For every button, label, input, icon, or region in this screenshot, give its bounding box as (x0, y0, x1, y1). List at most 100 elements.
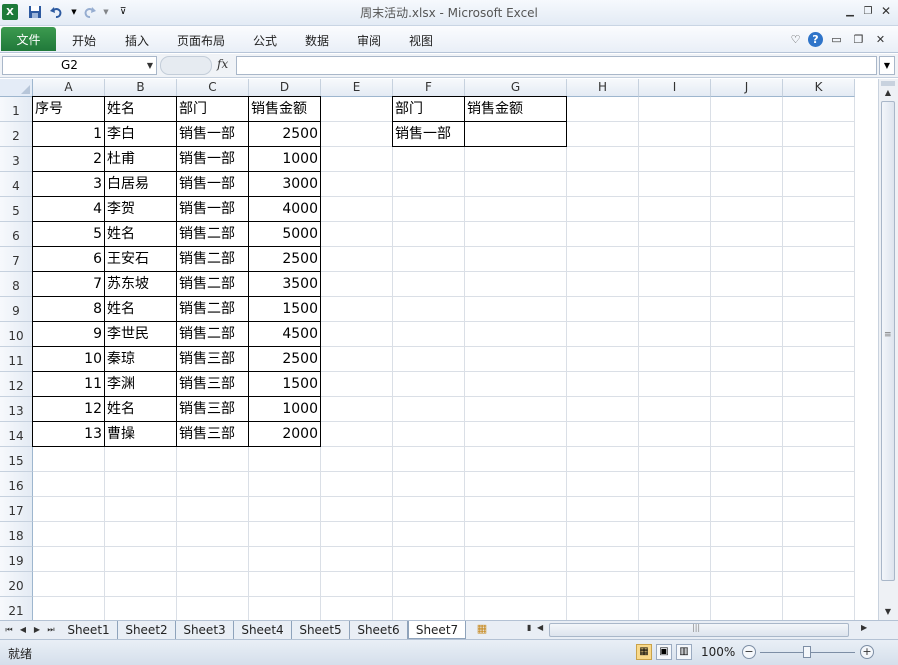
table-cell[interactable]: 5 (32, 222, 105, 247)
row-header[interactable]: 1 (0, 97, 33, 122)
table-cell[interactable]: 李渊 (105, 372, 177, 397)
sheet-tab[interactable]: Sheet5 (292, 621, 350, 639)
zoom-out-icon[interactable]: − (742, 645, 756, 659)
table-cell[interactable]: 2 (32, 147, 105, 172)
table-cell[interactable]: 3500 (249, 272, 321, 297)
table-cell[interactable]: 4 (32, 197, 105, 222)
row-header[interactable]: 5 (0, 197, 33, 222)
row-header[interactable]: 9 (0, 297, 33, 322)
scroll-up-icon[interactable]: ▲ (881, 88, 895, 100)
table-cell[interactable]: 1 (32, 122, 105, 147)
row-header[interactable]: 14 (0, 422, 33, 447)
table-cell[interactable]: 销售一部 (177, 172, 249, 197)
workbook-restore-icon[interactable]: ❐ (851, 32, 866, 47)
row-header[interactable]: 6 (0, 222, 33, 247)
row-header[interactable]: 3 (0, 147, 33, 172)
table-cell[interactable]: 李世民 (105, 322, 177, 347)
column-header[interactable]: K (783, 79, 855, 97)
row-header[interactable]: 10 (0, 322, 33, 347)
insert-function-button[interactable]: fx (217, 57, 228, 71)
table-cell[interactable]: 销售一部 (177, 147, 249, 172)
scroll-left-icon[interactable]: ◀ (537, 623, 543, 632)
row-header[interactable]: 7 (0, 247, 33, 272)
table-cell[interactable]: 销售三部 (177, 422, 249, 447)
vertical-scroll-thumb[interactable] (881, 101, 895, 581)
tab-view[interactable]: 视图 (409, 32, 433, 49)
name-box[interactable]: G2 ▼ (2, 56, 157, 75)
first-sheet-icon[interactable]: ⏮ (3, 623, 15, 637)
table-cell[interactable]: 销售二部 (177, 222, 249, 247)
row-header[interactable]: 18 (0, 522, 33, 547)
tab-insert[interactable]: 插入 (125, 32, 149, 49)
table-cell[interactable]: 1000 (249, 147, 321, 172)
zoom-slider-thumb[interactable] (803, 646, 811, 658)
zoom-level[interactable]: 100% (701, 645, 735, 659)
column-header[interactable]: G (465, 79, 567, 97)
tab-page-layout[interactable]: 页面布局 (177, 32, 225, 49)
table-cell[interactable]: 1500 (249, 297, 321, 322)
row-header[interactable]: 17 (0, 497, 33, 522)
table-cell[interactable]: 2500 (249, 122, 321, 147)
sheet-tab[interactable]: Sheet4 (234, 621, 292, 639)
insert-sheet-icon[interactable]: ▦ (472, 622, 492, 638)
tab-formulas[interactable]: 公式 (253, 32, 277, 49)
select-all-button[interactable] (0, 79, 33, 97)
next-sheet-icon[interactable]: ▶ (31, 623, 43, 637)
table-cell[interactable]: 3000 (249, 172, 321, 197)
row-header[interactable]: 20 (0, 572, 33, 597)
table-cell[interactable]: 白居易 (105, 172, 177, 197)
table-cell[interactable]: 部门 (177, 96, 249, 122)
prev-sheet-icon[interactable]: ◀ (17, 623, 29, 637)
table-cell[interactable]: 1000 (249, 397, 321, 422)
table-cell[interactable]: 姓名 (105, 297, 177, 322)
table-cell[interactable]: 姓名 (105, 222, 177, 247)
scroll-down-icon[interactable]: ▼ (881, 607, 895, 619)
help-icon[interactable]: ? (808, 32, 823, 47)
table-cell[interactable]: 姓名 (105, 397, 177, 422)
table-cell[interactable]: 5000 (249, 222, 321, 247)
page-break-view-icon[interactable]: ▥ (676, 644, 692, 660)
table-cell[interactable]: 销售三部 (177, 372, 249, 397)
table-cell[interactable]: 销售二部 (177, 322, 249, 347)
table-cell[interactable]: 6 (32, 247, 105, 272)
sheet-tab[interactable]: Sheet1 (60, 621, 118, 639)
expand-formula-bar-icon[interactable]: ▼ (879, 56, 895, 75)
row-header[interactable]: 19 (0, 547, 33, 572)
scroll-right-icon[interactable]: ▶ (861, 623, 867, 632)
column-header[interactable]: B (105, 79, 177, 97)
table-cell[interactable]: 7 (32, 272, 105, 297)
table-cell[interactable]: 4000 (249, 197, 321, 222)
table-cell[interactable]: 10 (32, 347, 105, 372)
table-cell[interactable]: 3 (32, 172, 105, 197)
tab-home[interactable]: 开始 (72, 32, 96, 49)
column-header[interactable]: H (567, 79, 639, 97)
workbook-close-icon[interactable]: ✕ (873, 32, 888, 47)
table-cell[interactable]: 销售二部 (177, 297, 249, 322)
row-header[interactable]: 21 (0, 597, 33, 620)
table-cell[interactable]: 销售三部 (177, 397, 249, 422)
table-cell[interactable]: 9 (32, 322, 105, 347)
table-cell[interactable]: 2500 (249, 247, 321, 272)
page-layout-view-icon[interactable]: ▣ (656, 644, 672, 660)
vertical-scrollbar[interactable]: ▲ ▼ (878, 79, 898, 620)
table-cell[interactable]: 1500 (249, 372, 321, 397)
table-cell[interactable]: 李贺 (105, 197, 177, 222)
table-cell[interactable]: 2500 (249, 347, 321, 372)
table-cell[interactable] (465, 122, 567, 147)
table-cell[interactable]: 秦琼 (105, 347, 177, 372)
column-header[interactable]: C (177, 79, 249, 97)
table-cell[interactable]: 姓名 (105, 96, 177, 122)
table-cell[interactable]: 12 (32, 397, 105, 422)
table-cell[interactable]: 曹操 (105, 422, 177, 447)
chevron-down-icon[interactable]: ▼ (147, 57, 153, 74)
column-header[interactable]: D (249, 79, 321, 97)
tab-split-handle[interactable]: ▮ (527, 623, 531, 632)
close-icon[interactable]: ✕ (878, 4, 894, 18)
table-cell[interactable]: 杜甫 (105, 147, 177, 172)
table-cell[interactable]: 销售一部 (177, 122, 249, 147)
table-cell[interactable]: 13 (32, 422, 105, 447)
row-header[interactable]: 15 (0, 447, 33, 472)
row-header[interactable]: 12 (0, 372, 33, 397)
table-cell[interactable]: 销售一部 (177, 197, 249, 222)
horizontal-scrollbar[interactable]: ▮ ◀ ▶ (527, 623, 877, 637)
